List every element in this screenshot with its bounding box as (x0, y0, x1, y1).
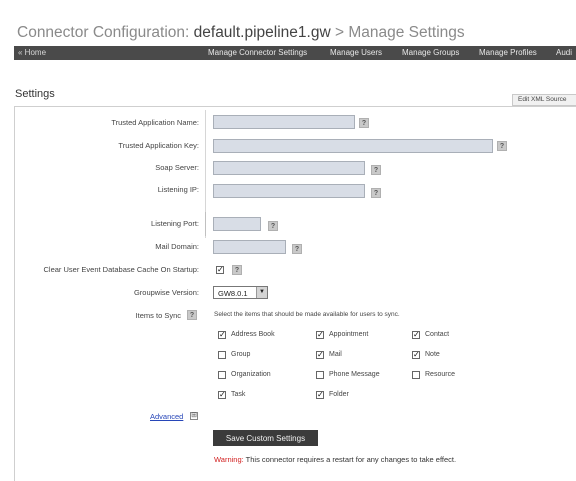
sync-item-checkbox[interactable]: ✓ (412, 331, 420, 339)
groupwise-version-select[interactable]: GW8.0.1 ▼ (213, 286, 268, 299)
listening-ip-label: Listening IP: (157, 185, 199, 194)
nav-manage-profiles[interactable]: Manage Profiles (479, 48, 537, 57)
groupwise-version-value: GW8.0.1 (218, 289, 248, 298)
soap-server-label: Soap Server: (155, 163, 199, 172)
sync-item-label: Address Book (231, 331, 275, 338)
nav-home-link[interactable]: « Home (18, 48, 46, 57)
sync-item-checkbox[interactable]: ✓ (316, 351, 324, 359)
trusted-app-key-help-icon[interactable]: ? (497, 141, 507, 151)
items-to-sync-label: Items to Sync (135, 311, 181, 320)
nav-manage-groups[interactable]: Manage Groups (402, 48, 459, 57)
expand-icon[interactable]: ⊞ (190, 412, 198, 420)
clear-cache-checkbox[interactable]: ✓ (216, 266, 224, 274)
items-to-sync-help-icon[interactable]: ? (187, 310, 197, 320)
sync-item-label: Mail (329, 351, 342, 358)
groupwise-version-label: Groupwise Version: (133, 288, 199, 297)
trusted-app-name-help-icon[interactable]: ? (359, 118, 369, 128)
listening-ip-help-icon[interactable]: ? (371, 188, 381, 198)
restart-warning: Warning: This connector requires a resta… (214, 455, 456, 464)
sync-item-checkbox[interactable] (218, 351, 226, 359)
mail-domain-help-icon[interactable]: ? (292, 244, 302, 254)
soap-server-help-icon[interactable]: ? (371, 165, 381, 175)
listening-ip-input[interactable] (213, 184, 365, 198)
soap-server-input[interactable] (213, 161, 365, 175)
trusted-app-name-input[interactable] (213, 115, 355, 129)
sync-item-checkbox[interactable] (218, 371, 226, 379)
warning-text: This connector requires a restart for an… (243, 455, 457, 464)
sync-item-checkbox[interactable]: ✓ (316, 391, 324, 399)
trusted-app-name-label: Trusted Application Name: (111, 118, 199, 127)
sync-item-label: Task (231, 391, 246, 398)
listening-port-label: Listening Port: (151, 219, 199, 228)
clear-cache-help-icon[interactable]: ? (232, 265, 242, 275)
sync-item-checkbox[interactable]: ✓ (316, 331, 324, 339)
nav-audit[interactable]: Audi (556, 48, 572, 57)
sync-item-checkbox[interactable]: ✓ (412, 351, 420, 359)
settings-heading: Settings (15, 88, 55, 100)
top-nav-bar: « Home Manage Connector Settings Manage … (14, 46, 576, 60)
sync-item-label: Appointment (329, 331, 369, 338)
sync-item-checkbox[interactable] (316, 371, 324, 379)
sync-item-label: Phone Message (329, 371, 380, 378)
nav-manage-connector-settings[interactable]: Manage Connector Settings (208, 48, 307, 57)
edit-xml-source-button[interactable]: Edit XML Source (512, 94, 576, 106)
label-divider-accent (205, 212, 206, 236)
mail-domain-label: Mail Domain: (155, 242, 199, 251)
listening-port-help-icon[interactable]: ? (268, 221, 278, 231)
chevron-down-icon[interactable]: ▼ (256, 287, 267, 298)
trusted-app-key-label: Trusted Application Key: (118, 141, 199, 150)
sync-item-checkbox[interactable]: ✓ (218, 331, 226, 339)
sync-item-label: Resource (425, 371, 455, 378)
clear-cache-label: Clear User Event Database Cache On Start… (43, 265, 200, 274)
warning-label: Warning: (214, 455, 244, 464)
sync-item-label: Folder (329, 391, 349, 398)
sync-item-label: Note (425, 351, 440, 358)
sync-item-label: Contact (425, 331, 450, 338)
sync-description: Select the items that should be made ava… (214, 311, 400, 318)
sync-item-label: Organization (231, 371, 271, 378)
nav-manage-users[interactable]: Manage Users (330, 48, 382, 57)
trusted-app-key-input[interactable] (213, 139, 493, 153)
sync-item-checkbox[interactable] (412, 371, 420, 379)
sync-item-label: Group (231, 351, 251, 358)
sync-item-checkbox[interactable]: ✓ (218, 391, 226, 399)
advanced-link[interactable]: Advanced (150, 412, 183, 421)
page-title: Connector Configuration: default.pipelin… (17, 24, 465, 41)
save-custom-settings-button[interactable]: Save Custom Settings (213, 430, 318, 446)
mail-domain-input[interactable] (213, 240, 286, 254)
listening-port-input[interactable] (213, 217, 261, 231)
